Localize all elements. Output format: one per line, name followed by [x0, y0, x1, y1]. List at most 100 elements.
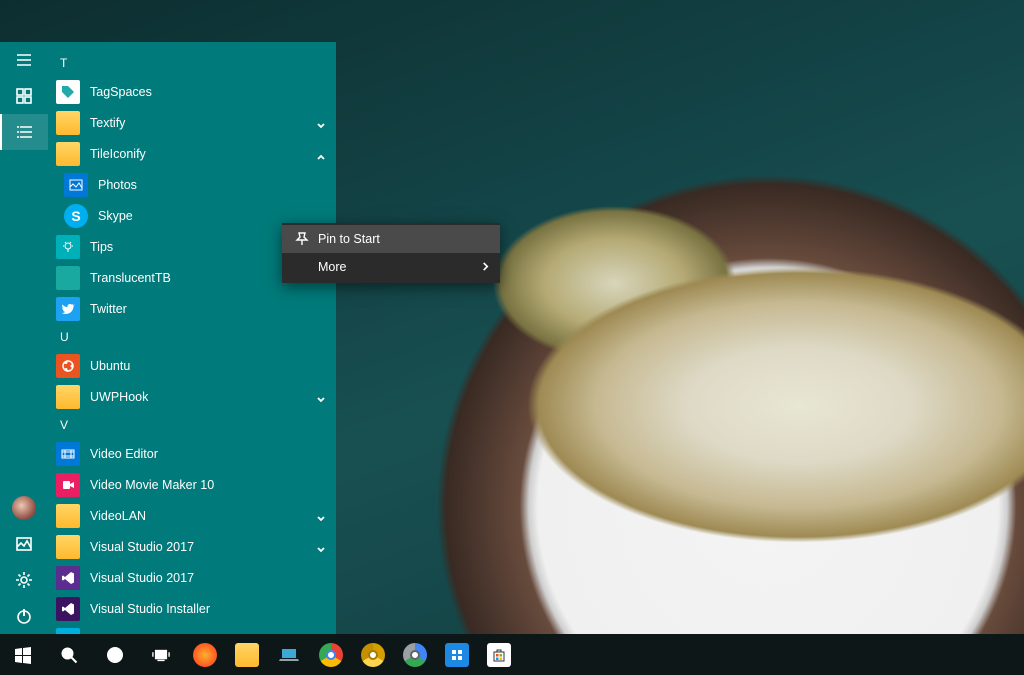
- taskbar-app-laptop[interactable]: [268, 634, 310, 675]
- folder-icon: [56, 504, 80, 528]
- laptop-icon: [277, 643, 301, 667]
- taskbar-app-chrome[interactable]: [310, 634, 352, 675]
- start-left-rail: [0, 42, 48, 634]
- app-row-twitter[interactable]: Twitter: [48, 293, 336, 324]
- app-row-visual-studio-2017-folder[interactable]: Visual Studio 2017: [48, 531, 336, 562]
- start-menu-panel: T TagSpaces Textify TileIconify Photos S…: [0, 42, 336, 634]
- app-label: Video Movie Maker 10: [90, 478, 214, 492]
- rail-settings-button[interactable]: [0, 562, 48, 598]
- file-explorer-icon: [235, 643, 259, 667]
- rail-pinned-tiles-button[interactable]: [0, 78, 48, 114]
- app-row-video-editor[interactable]: Video Editor: [48, 438, 336, 469]
- tagspaces-icon: [56, 80, 80, 104]
- app-label: Twitter: [90, 302, 127, 316]
- app-label: Tips: [90, 240, 113, 254]
- task-view-button[interactable]: [138, 634, 184, 675]
- ubuntu-icon: [56, 354, 80, 378]
- list-icon: [16, 123, 34, 141]
- app-row-photos[interactable]: Photos: [48, 169, 336, 200]
- rail-power-button[interactable]: [0, 598, 48, 634]
- app-label: Photos: [98, 178, 137, 192]
- chrome-dev-icon: [403, 643, 427, 667]
- taskbar-app-microsoft-store[interactable]: [478, 634, 520, 675]
- app-row-visual-studio-2017[interactable]: Visual Studio 2017: [48, 562, 336, 593]
- blank-icon: [294, 259, 310, 275]
- app-label: Visual Studio Installer: [90, 602, 210, 616]
- app-row-uwphook[interactable]: UWPHook: [48, 381, 336, 412]
- section-header-u[interactable]: U: [48, 324, 336, 350]
- chrome-icon: [319, 643, 343, 667]
- twitter-icon: [56, 297, 80, 321]
- app-label: TagSpaces: [90, 85, 152, 99]
- task-view-icon: [152, 646, 170, 664]
- movie-maker-icon: [56, 473, 80, 497]
- taskbar-app-firefox[interactable]: [184, 634, 226, 675]
- folder-icon: [56, 142, 80, 166]
- context-menu-more[interactable]: More: [282, 253, 500, 281]
- app-row-tagspaces[interactable]: TagSpaces: [48, 76, 336, 107]
- cortana-button[interactable]: [92, 634, 138, 675]
- translucenttb-icon: [56, 266, 80, 290]
- video-editor-icon: [56, 442, 80, 466]
- app-label: VideoLAN: [90, 509, 146, 523]
- app-row-video-movie-maker[interactable]: Video Movie Maker 10: [48, 469, 336, 500]
- app-row-visual-studio-installer[interactable]: Visual Studio Installer: [48, 593, 336, 624]
- app-label: TranslucentTB: [90, 271, 171, 285]
- photos-icon: [64, 173, 88, 197]
- app-row-partial-cutoff[interactable]: [48, 624, 336, 634]
- context-menu-pin-to-start[interactable]: Pin to Start: [282, 225, 500, 253]
- microsoft-store-icon: [487, 643, 511, 667]
- search-button[interactable]: [46, 634, 92, 675]
- tips-icon: [56, 235, 80, 259]
- start-button[interactable]: [0, 634, 46, 675]
- app-row-textify[interactable]: Textify: [48, 107, 336, 138]
- chevron-down-icon: [316, 392, 326, 402]
- app-row-ubuntu[interactable]: Ubuntu: [48, 350, 336, 381]
- firefox-icon: [193, 643, 217, 667]
- cortana-icon: [106, 646, 124, 664]
- hamburger-icon: [15, 51, 33, 69]
- tiles-icon: [15, 87, 33, 105]
- visual-studio-installer-icon: [56, 597, 80, 621]
- app-row-videolan[interactable]: VideoLAN: [48, 500, 336, 531]
- chevron-right-icon: [481, 260, 490, 274]
- rail-expand-button[interactable]: [0, 42, 48, 78]
- chrome-canary-icon: [361, 643, 385, 667]
- chevron-up-icon: [316, 149, 326, 159]
- power-icon: [15, 607, 33, 625]
- app-label: Textify: [90, 116, 125, 130]
- chevron-down-icon: [316, 542, 326, 552]
- user-avatar-icon: [12, 496, 36, 520]
- folder-icon: [56, 111, 80, 135]
- taskbar: [0, 634, 1024, 675]
- search-icon: [60, 646, 78, 664]
- taskbar-app-unknown-blue[interactable]: [436, 634, 478, 675]
- app-label: Ubuntu: [90, 359, 130, 373]
- rail-pictures-button[interactable]: [0, 526, 48, 562]
- rail-user-button[interactable]: [0, 490, 48, 526]
- gear-icon: [15, 571, 33, 589]
- app-row-tileiconify[interactable]: TileIconify: [48, 138, 336, 169]
- app-label: Skype: [98, 209, 133, 223]
- app-label: Visual Studio 2017: [90, 571, 194, 585]
- section-header-t[interactable]: T: [48, 50, 336, 76]
- context-menu-label: More: [318, 260, 346, 274]
- context-menu-label: Pin to Start: [318, 232, 380, 246]
- app-label: Video Editor: [90, 447, 158, 461]
- folder-icon: [56, 535, 80, 559]
- app-label: Visual Studio 2017: [90, 540, 194, 554]
- folder-icon: [56, 385, 80, 409]
- taskbar-app-chrome-dev[interactable]: [394, 634, 436, 675]
- taskbar-app-file-explorer[interactable]: [226, 634, 268, 675]
- visual-studio-icon: [56, 566, 80, 590]
- pictures-icon: [15, 535, 33, 553]
- chevron-down-icon: [316, 118, 326, 128]
- pin-icon: [294, 231, 310, 247]
- section-header-v[interactable]: V: [48, 412, 336, 438]
- app-label: UWPHook: [90, 390, 148, 404]
- all-apps-list[interactable]: T TagSpaces Textify TileIconify Photos S…: [48, 42, 336, 634]
- rail-all-apps-button[interactable]: [0, 114, 48, 150]
- app-label: TileIconify: [90, 147, 146, 161]
- taskbar-app-chrome-canary[interactable]: [352, 634, 394, 675]
- chevron-down-icon: [316, 511, 326, 521]
